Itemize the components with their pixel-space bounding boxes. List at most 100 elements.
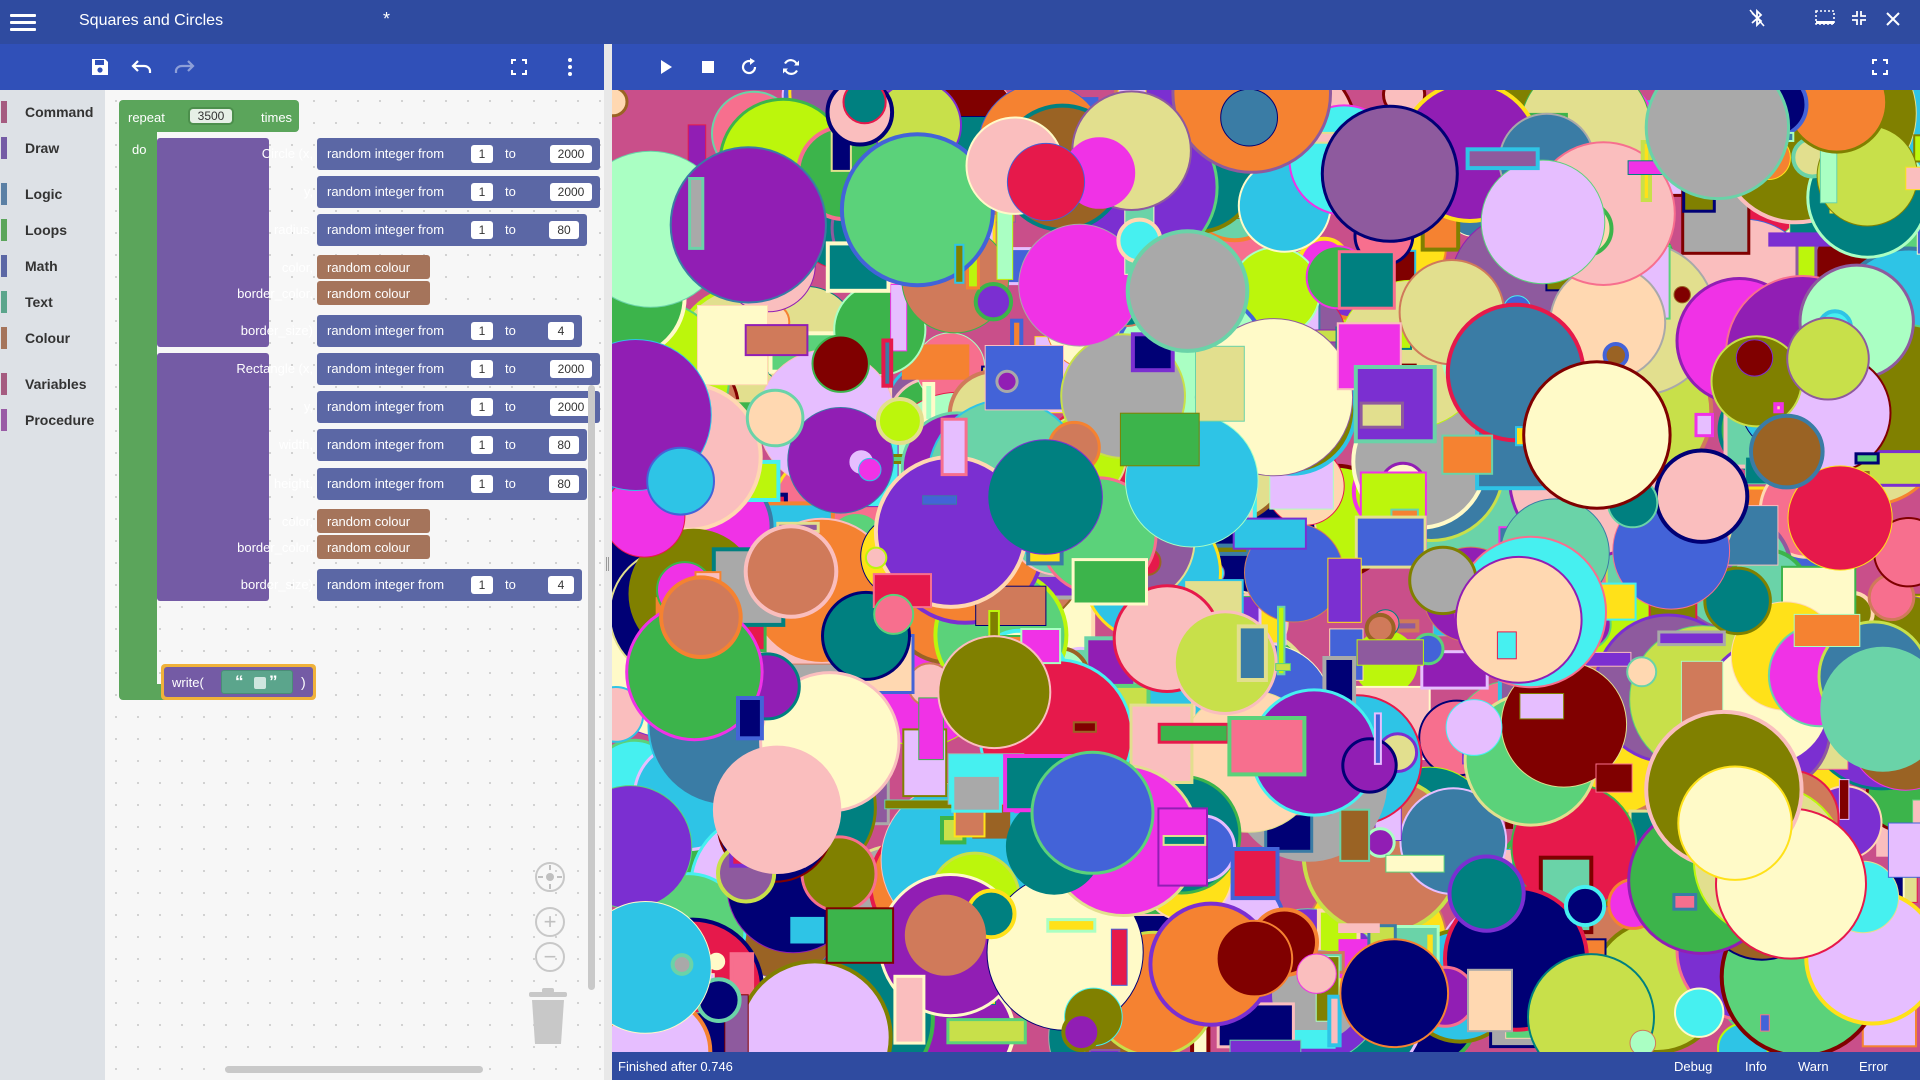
max-value-input[interactable]: 4 — [548, 576, 574, 594]
workspace-vertical-scrollbar[interactable] — [588, 385, 595, 990]
rectangle-random-integer-block[interactable]: random integer from 1 to 4 — [317, 569, 582, 601]
log-level-warn[interactable]: Warn — [1798, 1059, 1829, 1074]
repeat-count-input[interactable]: 3500 — [188, 107, 234, 125]
drawn-circle — [1564, 884, 1607, 928]
reload-icon[interactable] — [778, 54, 804, 80]
max-value-input[interactable]: 2000 — [550, 398, 592, 416]
min-value-input[interactable]: 1 — [471, 436, 493, 454]
circle-random-colour-block[interactable]: random colour — [317, 281, 430, 305]
circle-random-integer-block[interactable]: random integer from 1 to 2000 — [317, 176, 600, 208]
toolbox-category-math[interactable]: Math — [0, 251, 105, 281]
rectangle-random-integer-block[interactable]: random integer from 1 to 2000 — [317, 353, 600, 385]
drawn-rectangle — [1496, 631, 1517, 660]
workspace-horizontal-scrollbar[interactable] — [225, 1066, 483, 1073]
circle-random-colour-block[interactable]: random colour — [317, 255, 430, 279]
rectangle-param-label: border_color, — [237, 540, 313, 555]
repeat-block[interactable]: repeat 3500 times — [119, 100, 299, 132]
drawn-rectangle — [1195, 345, 1245, 422]
output-canvas[interactable] — [612, 90, 1920, 1052]
max-value-input[interactable]: 2000 — [550, 360, 592, 378]
window-mode-icon[interactable] — [1812, 8, 1838, 34]
write-block[interactable]: write( “ ” ) — [164, 667, 313, 697]
drawn-rectangle — [790, 916, 825, 944]
log-level-info[interactable]: Info — [1745, 1059, 1767, 1074]
toolbox-category-command[interactable]: Command — [0, 97, 105, 127]
random-integer-label: random integer from — [327, 146, 445, 161]
toolbox-category-text[interactable]: Text — [0, 287, 105, 317]
drawn-rectangle — [1694, 412, 1714, 438]
min-value-input[interactable]: 1 — [471, 221, 493, 239]
circle-block[interactable] — [157, 138, 269, 347]
random-integer-label: random integer from — [327, 476, 445, 491]
min-value-input[interactable]: 1 — [471, 183, 493, 201]
drawn-rectangle — [1838, 779, 1850, 820]
max-value-input[interactable]: 2000 — [550, 183, 592, 201]
rectangle-random-integer-block[interactable]: random integer from 1 to 80 — [317, 468, 587, 500]
restart-icon[interactable] — [736, 54, 762, 80]
min-value-input[interactable]: 1 — [471, 322, 493, 340]
empty-text-field[interactable] — [254, 677, 266, 689]
drawn-rectangle — [1672, 893, 1698, 911]
pane-divider[interactable] — [604, 44, 612, 1080]
circle-param-label: border_size) — [240, 323, 313, 338]
bluetooth-off-icon[interactable] — [1744, 8, 1770, 34]
more-options-icon[interactable] — [557, 54, 583, 80]
log-level-debug[interactable]: Debug — [1674, 1059, 1712, 1074]
min-value-input[interactable]: 1 — [471, 360, 493, 378]
rectangle-random-integer-block[interactable]: random integer from 1 to 80 — [317, 429, 587, 461]
category-label: Draw — [25, 140, 60, 156]
min-value-input[interactable]: 1 — [471, 398, 493, 416]
drawn-rectangle — [946, 1018, 1027, 1045]
toolbox-category-loops[interactable]: Loops — [0, 215, 105, 245]
restore-window-icon[interactable] — [1846, 8, 1872, 34]
drawn-rectangle — [1230, 847, 1280, 901]
hamburger-menu-icon[interactable] — [10, 10, 36, 34]
drawn-circle — [842, 90, 887, 125]
toolbox-category-procedure[interactable]: Procedure — [0, 405, 105, 435]
max-value-input[interactable]: 4 — [548, 322, 574, 340]
rectangle-random-integer-block[interactable]: random integer from 1 to 2000 — [317, 391, 600, 423]
drawing-surface — [612, 90, 1920, 1052]
undo-icon[interactable] — [129, 54, 155, 80]
circle-random-integer-block[interactable]: random integer from 1 to 80 — [317, 214, 587, 246]
zoom-in-icon[interactable]: + — [535, 907, 565, 937]
rectangle-param-label: height, — [273, 476, 313, 491]
drawn-rectangle — [951, 773, 1002, 813]
fullscreen-editor-icon[interactable] — [506, 54, 532, 80]
toolbox-category-draw[interactable]: Draw — [0, 133, 105, 163]
to-label: to — [505, 437, 516, 452]
drawn-circle — [937, 635, 1052, 750]
circle-random-integer-block[interactable]: random integer from 1 to 2000 — [317, 138, 600, 170]
stop-icon[interactable] — [695, 54, 721, 80]
close-window-icon[interactable] — [1880, 8, 1906, 34]
toolbox-category-logic[interactable]: Logic — [0, 179, 105, 209]
play-icon[interactable] — [653, 54, 679, 80]
max-value-input[interactable]: 80 — [549, 475, 579, 493]
fullscreen-output-icon[interactable] — [1867, 54, 1893, 80]
min-value-input[interactable]: 1 — [471, 145, 493, 163]
rectangle-random-colour-block[interactable]: random colour — [317, 509, 430, 533]
max-value-input[interactable]: 80 — [549, 436, 579, 454]
circle-random-integer-block[interactable]: random integer from 1 to 4 — [317, 315, 582, 347]
category-color-bar — [1, 373, 7, 395]
min-value-input[interactable]: 1 — [471, 475, 493, 493]
save-icon[interactable] — [87, 54, 113, 80]
max-value-input[interactable]: 80 — [549, 221, 579, 239]
drawn-rectangle — [1905, 166, 1920, 191]
zoom-out-icon[interactable]: − — [535, 942, 565, 972]
block-workspace[interactable]: repeat 3500 times do Circle (x, random in… — [105, 90, 604, 1080]
recenter-icon[interactable] — [535, 862, 565, 892]
log-level-error[interactable]: Error — [1859, 1059, 1888, 1074]
rectangle-random-colour-block[interactable]: random colour — [317, 535, 430, 559]
category-color-bar — [1, 291, 7, 313]
toolbox-category-colour[interactable]: Colour — [0, 323, 105, 353]
text-string-block[interactable]: “ ” — [221, 670, 293, 694]
max-value-input[interactable]: 2000 — [550, 145, 592, 163]
category-label: Variables — [25, 376, 87, 392]
drawn-rectangle — [1071, 558, 1149, 606]
drawn-rectangle — [1327, 557, 1362, 623]
min-value-input[interactable]: 1 — [471, 576, 493, 594]
redo-icon[interactable] — [171, 54, 197, 80]
toolbox-category-variables[interactable]: Variables — [0, 369, 105, 399]
trash-icon[interactable] — [523, 988, 573, 1046]
